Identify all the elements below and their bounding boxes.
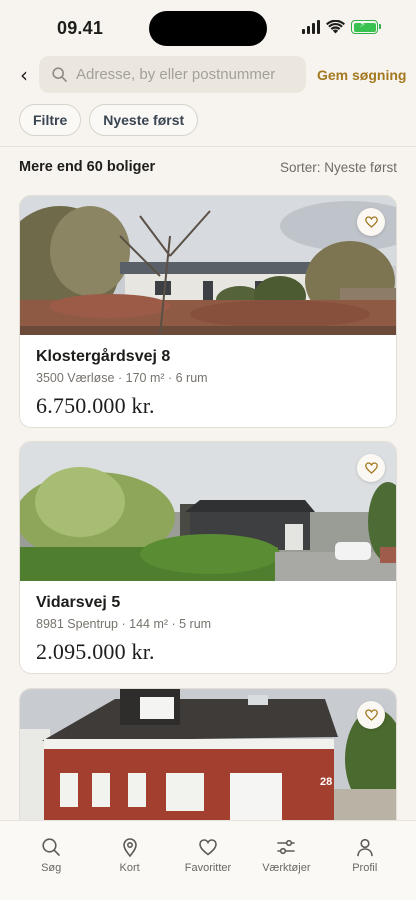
heart-icon: [199, 839, 217, 856]
house-number: 28: [320, 776, 332, 788]
profile-icon: [356, 838, 373, 857]
search-icon: [52, 67, 67, 82]
dynamic-island: [149, 11, 267, 46]
listing-info: Klostergårdsvej 8 3500 Værløse · 170 m² …: [36, 348, 382, 419]
nav-label: Profil: [352, 862, 378, 874]
favorite-button[interactable]: [357, 701, 385, 729]
nav-item-tools[interactable]: Værktøjer: [253, 837, 319, 900]
listing-price: 2.095.000 kr.: [36, 639, 155, 664]
map-pin-icon: [122, 838, 137, 857]
save-search-button[interactable]: Gem søgning: [317, 67, 406, 83]
signal-icon: [302, 20, 320, 34]
favorite-button[interactable]: [357, 208, 385, 236]
status-time: 09.41: [57, 18, 104, 38]
nav-label: Søg: [41, 862, 62, 874]
listing-info: Vidarsvej 5 8981 Spentrup · 144 m² · 5 r…: [36, 594, 382, 665]
status-bar: 09.41: [0, 0, 416, 56]
favorite-button[interactable]: [357, 454, 385, 482]
nav-label: Værktøjer: [262, 862, 311, 874]
results-header: Mere end 60 boliger Sorter: Nyeste først: [19, 159, 397, 175]
search-row: ‹ Gem søgning: [0, 56, 416, 94]
battery-icon: [351, 20, 381, 34]
listing-photo[interactable]: [20, 196, 396, 335]
listing-address: Klostergårdsvej 8: [36, 348, 171, 365]
nav-item-profile[interactable]: Profil: [332, 837, 398, 900]
listing-address: Vidarsvej 5: [36, 594, 121, 611]
nav-item-map[interactable]: Kort: [97, 837, 163, 900]
search-bar[interactable]: [39, 56, 306, 93]
sort-button[interactable]: Sorter: Nyeste først: [280, 160, 397, 175]
wifi-icon: [326, 20, 345, 34]
listing-card[interactable]: Vidarsvej 5 8981 Spentrup · 144 m² · 5 r…: [19, 441, 397, 674]
listing-meta: 3500 Værløse · 170 m² · 6 rum: [36, 371, 208, 385]
listing-price: 6.750.000 kr.: [36, 393, 155, 418]
heart-icon: [364, 216, 378, 228]
divider: [0, 146, 416, 147]
listing-card[interactable]: Klostergårdsvej 8 3500 Værløse · 170 m² …: [19, 195, 397, 428]
sliders-icon: [277, 839, 296, 855]
nav-label: Kort: [119, 862, 140, 874]
search-input[interactable]: [76, 66, 276, 83]
heart-icon: [364, 709, 378, 721]
listing-meta: 8981 Spentrup · 144 m² · 5 rum: [36, 617, 212, 631]
nav-item-favorites[interactable]: Favoritter: [175, 837, 241, 900]
search-icon: [42, 838, 60, 856]
listing-photo[interactable]: [20, 442, 396, 581]
filter-button[interactable]: Filtre: [19, 104, 82, 136]
status-icons: [302, 20, 381, 34]
results-count: Mere end 60 boliger: [19, 159, 156, 175]
listing-photo[interactable]: 28: [20, 689, 396, 828]
heart-icon: [364, 462, 378, 474]
filter-chips: Filtre Nyeste først: [19, 104, 199, 136]
nav-item-search[interactable]: Søg: [18, 837, 84, 900]
sort-chip[interactable]: Nyeste først: [89, 104, 199, 136]
chevron-left-icon[interactable]: ‹: [16, 63, 32, 87]
nav-label: Favoritter: [184, 862, 232, 874]
bottom-nav: Søg Kort Favoritter Værktøjer Profil: [0, 820, 416, 900]
